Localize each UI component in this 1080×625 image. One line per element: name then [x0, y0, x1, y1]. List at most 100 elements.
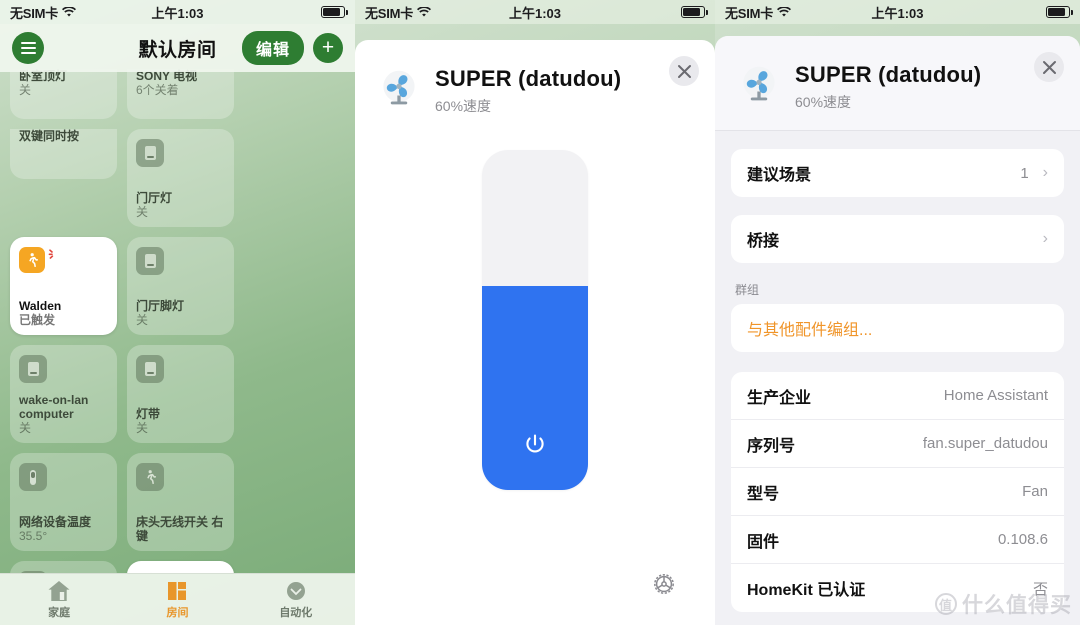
tab-automation[interactable]: 自动化 [237, 574, 355, 625]
tile-name: wake-on-lan computer [19, 393, 89, 421]
tab-label: 自动化 [279, 606, 313, 619]
tab-label: 家庭 [48, 606, 71, 619]
plug-icon [19, 355, 47, 383]
row-value: 1 [1020, 164, 1029, 182]
tile-state: 关 [19, 83, 32, 97]
accessory-tile[interactable]: 床头无线开关 右键 [127, 453, 234, 551]
accessory-tile[interactable]: SONY 电视 6个关着 [127, 69, 234, 119]
status-carrier-group: 无SIM卡 [365, 3, 432, 22]
row-firmware: 固件 0.108.6 [731, 516, 1064, 564]
trigger-waves-icon [48, 249, 54, 259]
device-info-group: 生产企业 Home Assistant 序列号 fan.super_datudo… [731, 372, 1064, 612]
scenes-group: 建议场景 1 › [731, 149, 1064, 197]
fan-detail-sheet: SUPER (datudou) 60%速度 [355, 40, 715, 625]
status-bar-fan: 无SIM卡 上午1:03 [355, 0, 715, 24]
plug-icon [136, 247, 164, 275]
accessory-tile[interactable]: 卧室顶灯 关 [10, 69, 117, 119]
gear-icon[interactable] [651, 571, 677, 597]
tile-icon-wrap [19, 247, 108, 273]
carrier-label: 无SIM卡 [365, 5, 414, 21]
status-bar-home: 无SIM卡 上午1:03 [0, 0, 355, 24]
power-icon-wrap [482, 432, 588, 458]
row-label: 桥接 [747, 233, 780, 250]
tab-label: 房间 [166, 606, 189, 619]
tab-bar: 家庭 房间 自动化 [0, 573, 355, 625]
accessory-tile[interactable]: 双键同时按 [10, 129, 117, 179]
wifi-icon [62, 6, 77, 17]
tile-icon-wrap [136, 247, 225, 275]
device-subtitle: 60%速度 [795, 94, 852, 110]
accessory-tile[interactable]: 门厅灯 关 [127, 129, 234, 227]
group-section: 群组 与其他配件编组... [731, 281, 1064, 352]
accessory-tile[interactable]: 客厅人体传感器 [10, 561, 117, 573]
tile-icon-wrap [136, 463, 225, 491]
tile-name: 双键同时按 [19, 129, 80, 143]
row-group-with-others[interactable]: 与其他配件编组... [731, 304, 1064, 352]
thermometer-icon [19, 463, 47, 491]
nav-bar: 默认房间 编辑 + [0, 24, 355, 72]
row-label: 建议场景 [747, 167, 812, 184]
bridge-card: 桥接 › [731, 215, 1064, 263]
row-label: 生产企业 [747, 389, 812, 407]
slider-fill [482, 286, 588, 490]
tile-icon-wrap [19, 571, 108, 573]
tile-icon-wrap [19, 355, 108, 383]
tab-home[interactable]: 家庭 [0, 574, 118, 625]
edit-button[interactable]: 编辑 [241, 31, 304, 65]
tile-name: 床头无线开关 右键 [136, 515, 224, 543]
fan-slider-area [355, 150, 715, 490]
status-bar-detail: 无SIM卡 上午1:03 [715, 0, 1080, 24]
row-label: HomeKit 已认证 [747, 582, 866, 599]
bridge-group: 桥接 › [731, 215, 1064, 263]
accessory-tile[interactable]: 门厅脚灯 关 [127, 237, 234, 335]
tab-rooms[interactable]: 房间 [118, 574, 236, 625]
accessory-tile-walden[interactable]: Walden 已触发 [10, 237, 117, 335]
fan-speed-slider[interactable] [482, 150, 588, 490]
tile-name: Walden [19, 299, 62, 313]
accessory-tile[interactable]: wake-on-lan computer 关 [10, 345, 117, 443]
row-label: 与其他配件编组... [747, 322, 873, 339]
tile-icon-wrap [19, 463, 108, 491]
close-icon[interactable] [1034, 52, 1064, 82]
row-value: 否 [1032, 580, 1048, 598]
tile-icon-wrap [136, 139, 225, 167]
row-suggested-scenes[interactable]: 建议场景 1 › [731, 149, 1064, 197]
battery-icon [681, 6, 708, 18]
row-value: Home Assistant [943, 387, 1048, 404]
row-value: fan.super_datudou [922, 435, 1048, 452]
plug-icon [136, 139, 164, 167]
battery-icon [321, 6, 348, 18]
tile-name: 门厅脚灯 [136, 299, 185, 313]
close-icon[interactable] [669, 56, 699, 86]
chevron-right-icon: › [1042, 230, 1048, 247]
device-info-card: 生产企业 Home Assistant 序列号 fan.super_datudo… [731, 372, 1064, 612]
accessory-tile-super-fan[interactable]: SUPER (datudou) 20% [127, 561, 234, 573]
automation-clock-icon [286, 581, 305, 600]
tile-icon-wrap [136, 571, 225, 573]
add-button[interactable]: + [313, 33, 343, 63]
group-card: 与其他配件编组... [731, 304, 1064, 352]
scenes-card: 建议场景 1 › [731, 149, 1064, 197]
tile-state: 6个关着 [136, 83, 179, 97]
tile-name: 门厅灯 [136, 191, 173, 205]
tile-name: 灯带 [136, 407, 161, 421]
wifi-icon [777, 6, 792, 17]
tile-state: 关 [136, 313, 149, 327]
row-label: 固件 [747, 533, 780, 551]
row-bridge[interactable]: 桥接 › [731, 215, 1064, 263]
row-value: Fan [1022, 483, 1048, 500]
status-carrier-group: 无SIM卡 [10, 3, 77, 22]
tile-icon-wrap [136, 355, 225, 383]
device-subtitle: 60%速度 [435, 98, 492, 114]
status-carrier-group: 无SIM卡 [725, 3, 792, 22]
accessory-tile[interactable]: 灯带 关 [127, 345, 234, 443]
fan-icon [149, 572, 153, 573]
nav-actions: 编辑 + [241, 31, 343, 65]
battery-icon [1046, 6, 1073, 18]
power-icon[interactable] [522, 432, 548, 458]
settings-sheet: SUPER (datudou) 60%速度 建议场景 1 › 桥接 › 群组 与… [715, 36, 1080, 625]
detail-title-block: SUPER (datudou) 60%速度 [795, 62, 981, 112]
accessory-tile[interactable]: 网络设备温度 35.5° [10, 453, 117, 551]
status-right-group [681, 6, 708, 18]
device-title: SUPER (datudou) [435, 66, 622, 91]
